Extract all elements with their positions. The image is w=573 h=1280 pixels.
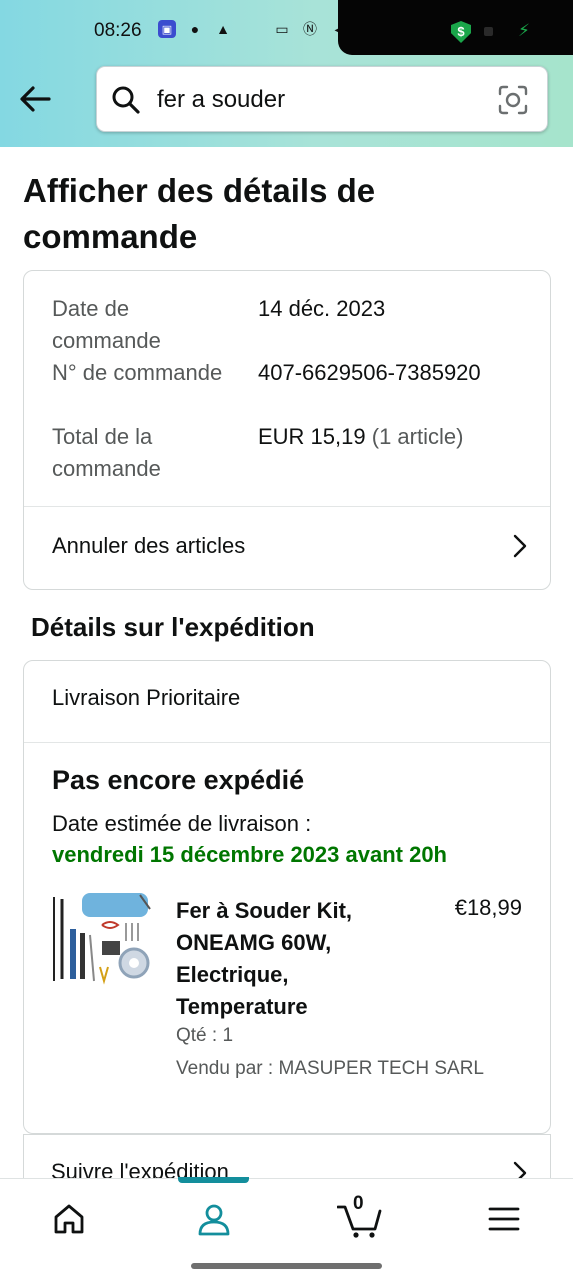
back-button[interactable] xyxy=(16,80,54,118)
back-arrow-icon xyxy=(20,86,51,112)
order-summary-card: Date de commande 14 déc. 2023 N° de comm… xyxy=(23,270,551,590)
eta-date: vendredi 15 décembre 2023 avant 20h xyxy=(52,842,447,867)
nav-account[interactable] xyxy=(192,1197,236,1241)
cast-icon: ▭ xyxy=(275,20,289,37)
product-price: €18,99 xyxy=(454,895,522,920)
user-icon xyxy=(198,1204,230,1236)
app-notification-icon: ▣ xyxy=(158,20,176,38)
order-number-value: 407-6629506-7385920 xyxy=(258,360,481,385)
nfc-icon: Ⓝ xyxy=(303,21,317,37)
charging-bolt-icon: ⚡ xyxy=(518,21,530,40)
product-title[interactable]: Fer à Souder Kit, ONEAMG 60W, Electrique… xyxy=(176,895,406,1023)
app-header: 08:26 ▣ ● ▲ ▭ Ⓝ ◂ $ ⚡ fer a souder xyxy=(0,0,573,147)
status-time: 08:26 xyxy=(94,20,142,41)
nav-home[interactable] xyxy=(47,1197,91,1241)
order-total-value: EUR 15,19 (1 article) xyxy=(258,421,463,453)
system-icons: ▭ Ⓝ ◂ xyxy=(273,20,347,38)
signal-icon xyxy=(484,27,493,36)
notification-icons: ▣ ● ▲ xyxy=(158,20,232,38)
divider xyxy=(24,742,550,743)
chat-bubble-icon: ● xyxy=(190,21,200,37)
search-input[interactable]: fer a souder xyxy=(157,86,285,114)
gesture-home-bar[interactable] xyxy=(191,1263,382,1269)
home-icon xyxy=(54,1204,84,1234)
page-title: Afficher des détails de commande xyxy=(23,172,376,255)
hamburger-menu-icon xyxy=(488,1207,520,1231)
cart-count-badge: 0 xyxy=(353,1193,364,1214)
cancel-items-label: Annuler des articles xyxy=(52,533,246,558)
eta-label: Date estimée de livraison : xyxy=(52,811,312,836)
nav-menu[interactable] xyxy=(482,1197,526,1241)
search-icon xyxy=(112,86,140,114)
shipment-status: Pas encore expédié xyxy=(52,765,305,795)
shipment-card: Livraison Prioritaire Pas encore expédié… xyxy=(23,660,551,1134)
order-date-label: Date de commande xyxy=(52,296,161,353)
order-date-value: 14 déc. 2023 xyxy=(258,296,386,321)
search-bar[interactable]: fer a souder xyxy=(96,66,548,132)
bottom-navigation: 0 xyxy=(0,1177,573,1258)
active-tab-indicator xyxy=(178,1177,249,1183)
shipping-method: Livraison Prioritaire xyxy=(52,685,241,710)
product-image[interactable] xyxy=(50,889,154,989)
warning-icon: ▲ xyxy=(216,21,230,37)
status-bar: 08:26 ▣ ● ▲ ▭ Ⓝ ◂ $ ⚡ xyxy=(0,0,573,62)
shipping-section-title: Détails sur l'expédition xyxy=(31,612,315,642)
order-item-count: (1 article) xyxy=(371,424,464,449)
chevron-right-icon xyxy=(513,534,527,558)
nav-cart[interactable]: 0 xyxy=(336,1193,384,1241)
order-total-label: Total de la commande xyxy=(52,424,161,481)
camera-scan-icon[interactable] xyxy=(497,84,529,116)
order-total-amount: EUR 15,19 xyxy=(258,424,366,449)
product-seller: Vendu par : MASUPER TECH SARL xyxy=(176,1058,484,1079)
order-number-label: N° de commande xyxy=(52,360,223,385)
cancel-items-row[interactable]: Annuler des articles xyxy=(24,507,550,589)
product-quantity: Qté : 1 xyxy=(176,1025,234,1046)
